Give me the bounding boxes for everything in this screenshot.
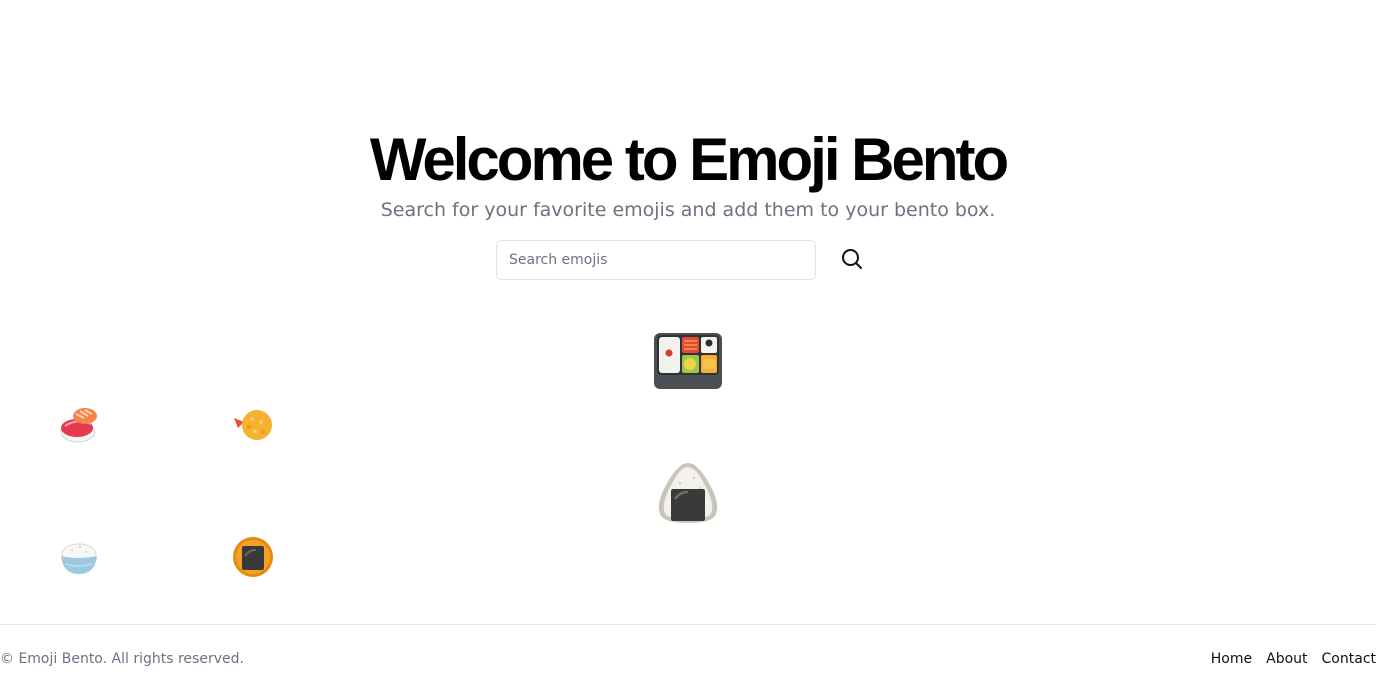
footer-nav: Home About Contact <box>1197 650 1376 668</box>
search-input[interactable] <box>496 240 816 280</box>
rice-bowl-icon[interactable] <box>58 536 100 578</box>
page-subtitle: Search for your favorite emojis and add … <box>380 199 996 221</box>
footer: © Emoji Bento. All rights reserved. Home… <box>0 624 1376 693</box>
search-button[interactable] <box>836 244 868 276</box>
sushi-icon[interactable] <box>58 404 100 446</box>
footer-copyright: © Emoji Bento. All rights reserved. <box>0 651 244 667</box>
fried-shrimp-icon[interactable] <box>232 404 274 446</box>
footer-link-home[interactable]: Home <box>1211 650 1252 668</box>
bento-box-icon[interactable] <box>654 331 722 389</box>
rice-cracker-icon[interactable] <box>232 536 274 578</box>
search-icon <box>840 247 864 274</box>
page: Welcome to Emoji Bento Search for your f… <box>0 0 1376 693</box>
footer-link-contact[interactable]: Contact <box>1322 650 1376 668</box>
footer-link-about[interactable]: About <box>1266 650 1307 668</box>
page-title: Welcome to Emoji Bento <box>369 126 1009 193</box>
rice-ball-icon[interactable] <box>654 461 722 523</box>
